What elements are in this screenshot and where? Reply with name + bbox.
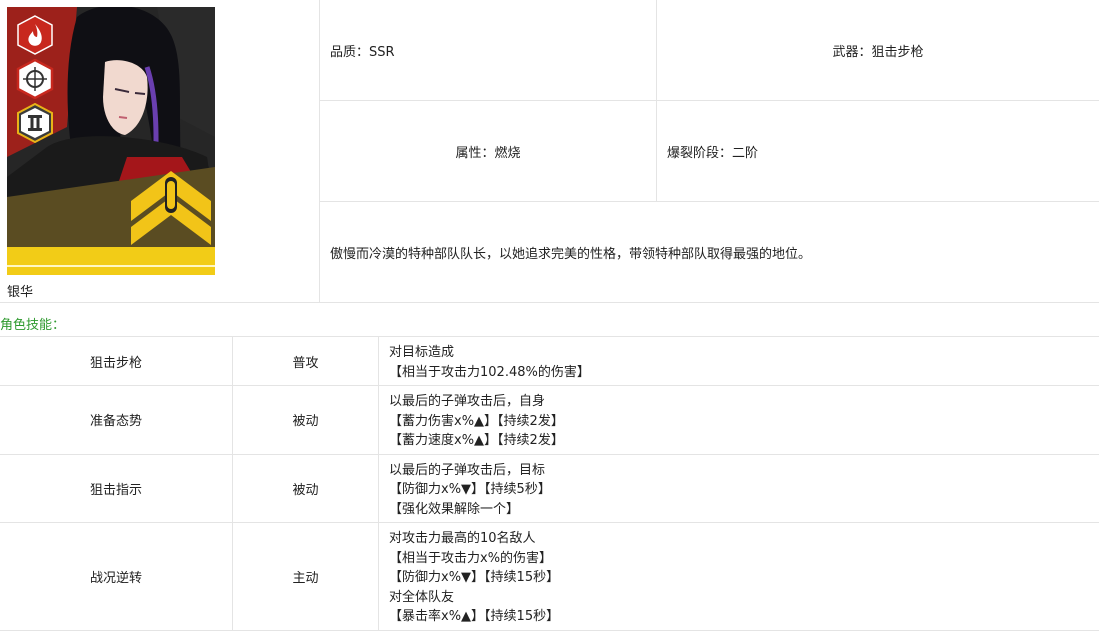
weapon-cell: 武器：狙击步枪 [657, 0, 1099, 101]
description-cell: 傲慢而冷漠的特种部队队长，以她追求完美的性格，带领特种部队取得最强的地位。 [320, 202, 1099, 302]
skill-description-line: 【暴击率x%▲】【持续15秒】 [389, 607, 1089, 627]
skill-type: 主动 [233, 523, 379, 631]
skill-description-line: 以最后的子弹攻击后，自身 [389, 392, 1089, 412]
portrait-cell: 银华 [0, 0, 320, 302]
weapon-text: 武器：狙击步枪 [832, 41, 923, 60]
element-text: 属性：燃烧 [455, 142, 520, 161]
skill-name: 准备态势 [0, 386, 233, 455]
skill-name: 狙击步枪 [0, 337, 233, 386]
rarity-cell: 品质：SSR [320, 0, 657, 101]
sniper-scope-icon [15, 59, 55, 99]
skill-row: 准备态势被动以最后的子弹攻击后，自身【蓄力伤害x%▲】【持续2发】【蓄力速度x%… [0, 386, 1099, 455]
character-name: 银华 [7, 281, 33, 300]
skill-row: 狙击步枪普攻对目标造成【相当于攻击力102.48%的伤害】 [0, 337, 1099, 386]
skill-description-line: 【相当于攻击力102.48%的伤害】 [389, 363, 1089, 383]
skill-type: 被动 [233, 386, 379, 455]
skill-description-line: 对攻击力最高的10名敌人 [389, 529, 1089, 549]
skill-type: 普攻 [233, 337, 379, 386]
skill-name: 狙击指示 [0, 454, 233, 523]
skill-description: 对目标造成【相当于攻击力102.48%的伤害】 [379, 337, 1099, 386]
skill-description-line: 【蓄力伤害x%▲】【持续2发】 [389, 412, 1089, 432]
skill-description-line: 【强化效果解除一个】 [389, 500, 1089, 520]
skill-description: 以最后的子弹攻击后，自身【蓄力伤害x%▲】【持续2发】【蓄力速度x%▲】【持续2… [379, 386, 1099, 455]
character-portrait [7, 7, 215, 275]
skill-description-line: 【防御力x%▼】【持续5秒】 [389, 480, 1089, 500]
skill-name: 战况逆转 [0, 523, 233, 631]
skill-row: 战况逆转主动对攻击力最高的10名敌人【相当于攻击力x%的伤害】【防御力x%▼】【… [0, 523, 1099, 631]
skill-description: 对攻击力最高的10名敌人【相当于攻击力x%的伤害】【防御力x%▼】【持续15秒】… [379, 523, 1099, 631]
burst-stage-2-icon [15, 103, 55, 143]
company-emblem-icon [127, 167, 215, 255]
rarity-text: 品质：SSR [330, 41, 395, 60]
description-text: 傲慢而冷漠的特种部队队长，以她追求完美的性格，带领特种部队取得最强的地位。 [330, 243, 811, 262]
burst-cell: 爆裂阶段：二阶 [657, 101, 1099, 202]
burst-text: 爆裂阶段：二阶 [667, 142, 758, 161]
skill-description-line: 对全体队友 [389, 588, 1089, 608]
skill-description: 以最后的子弹攻击后，目标【防御力x%▼】【持续5秒】【强化效果解除一个】 [379, 454, 1099, 523]
character-info-panel: 银华 品质：SSR 武器：狙击步枪 属性：燃烧 爆裂阶段：二阶 傲慢而冷漠的特种… [0, 0, 1099, 303]
skill-description-line: 【相当于攻击力x%的伤害】 [389, 549, 1089, 569]
element-cell: 属性：燃烧 [320, 101, 657, 202]
skills-table: 狙击步枪普攻对目标造成【相当于攻击力102.48%的伤害】准备态势被动以最后的子… [0, 336, 1099, 631]
skill-description-line: 【蓄力速度x%▲】【持续2发】 [389, 431, 1089, 451]
skill-row: 狙击指示被动以最后的子弹攻击后，目标【防御力x%▼】【持续5秒】【强化效果解除一… [0, 454, 1099, 523]
skills-section-title: 角色技能： [0, 314, 65, 333]
fire-element-icon [15, 15, 55, 55]
skill-type: 被动 [233, 454, 379, 523]
skill-description-line: 对目标造成 [389, 343, 1089, 363]
skill-description-line: 【防御力x%▼】【持续15秒】 [389, 568, 1089, 588]
skill-description-line: 以最后的子弹攻击后，目标 [389, 461, 1089, 481]
